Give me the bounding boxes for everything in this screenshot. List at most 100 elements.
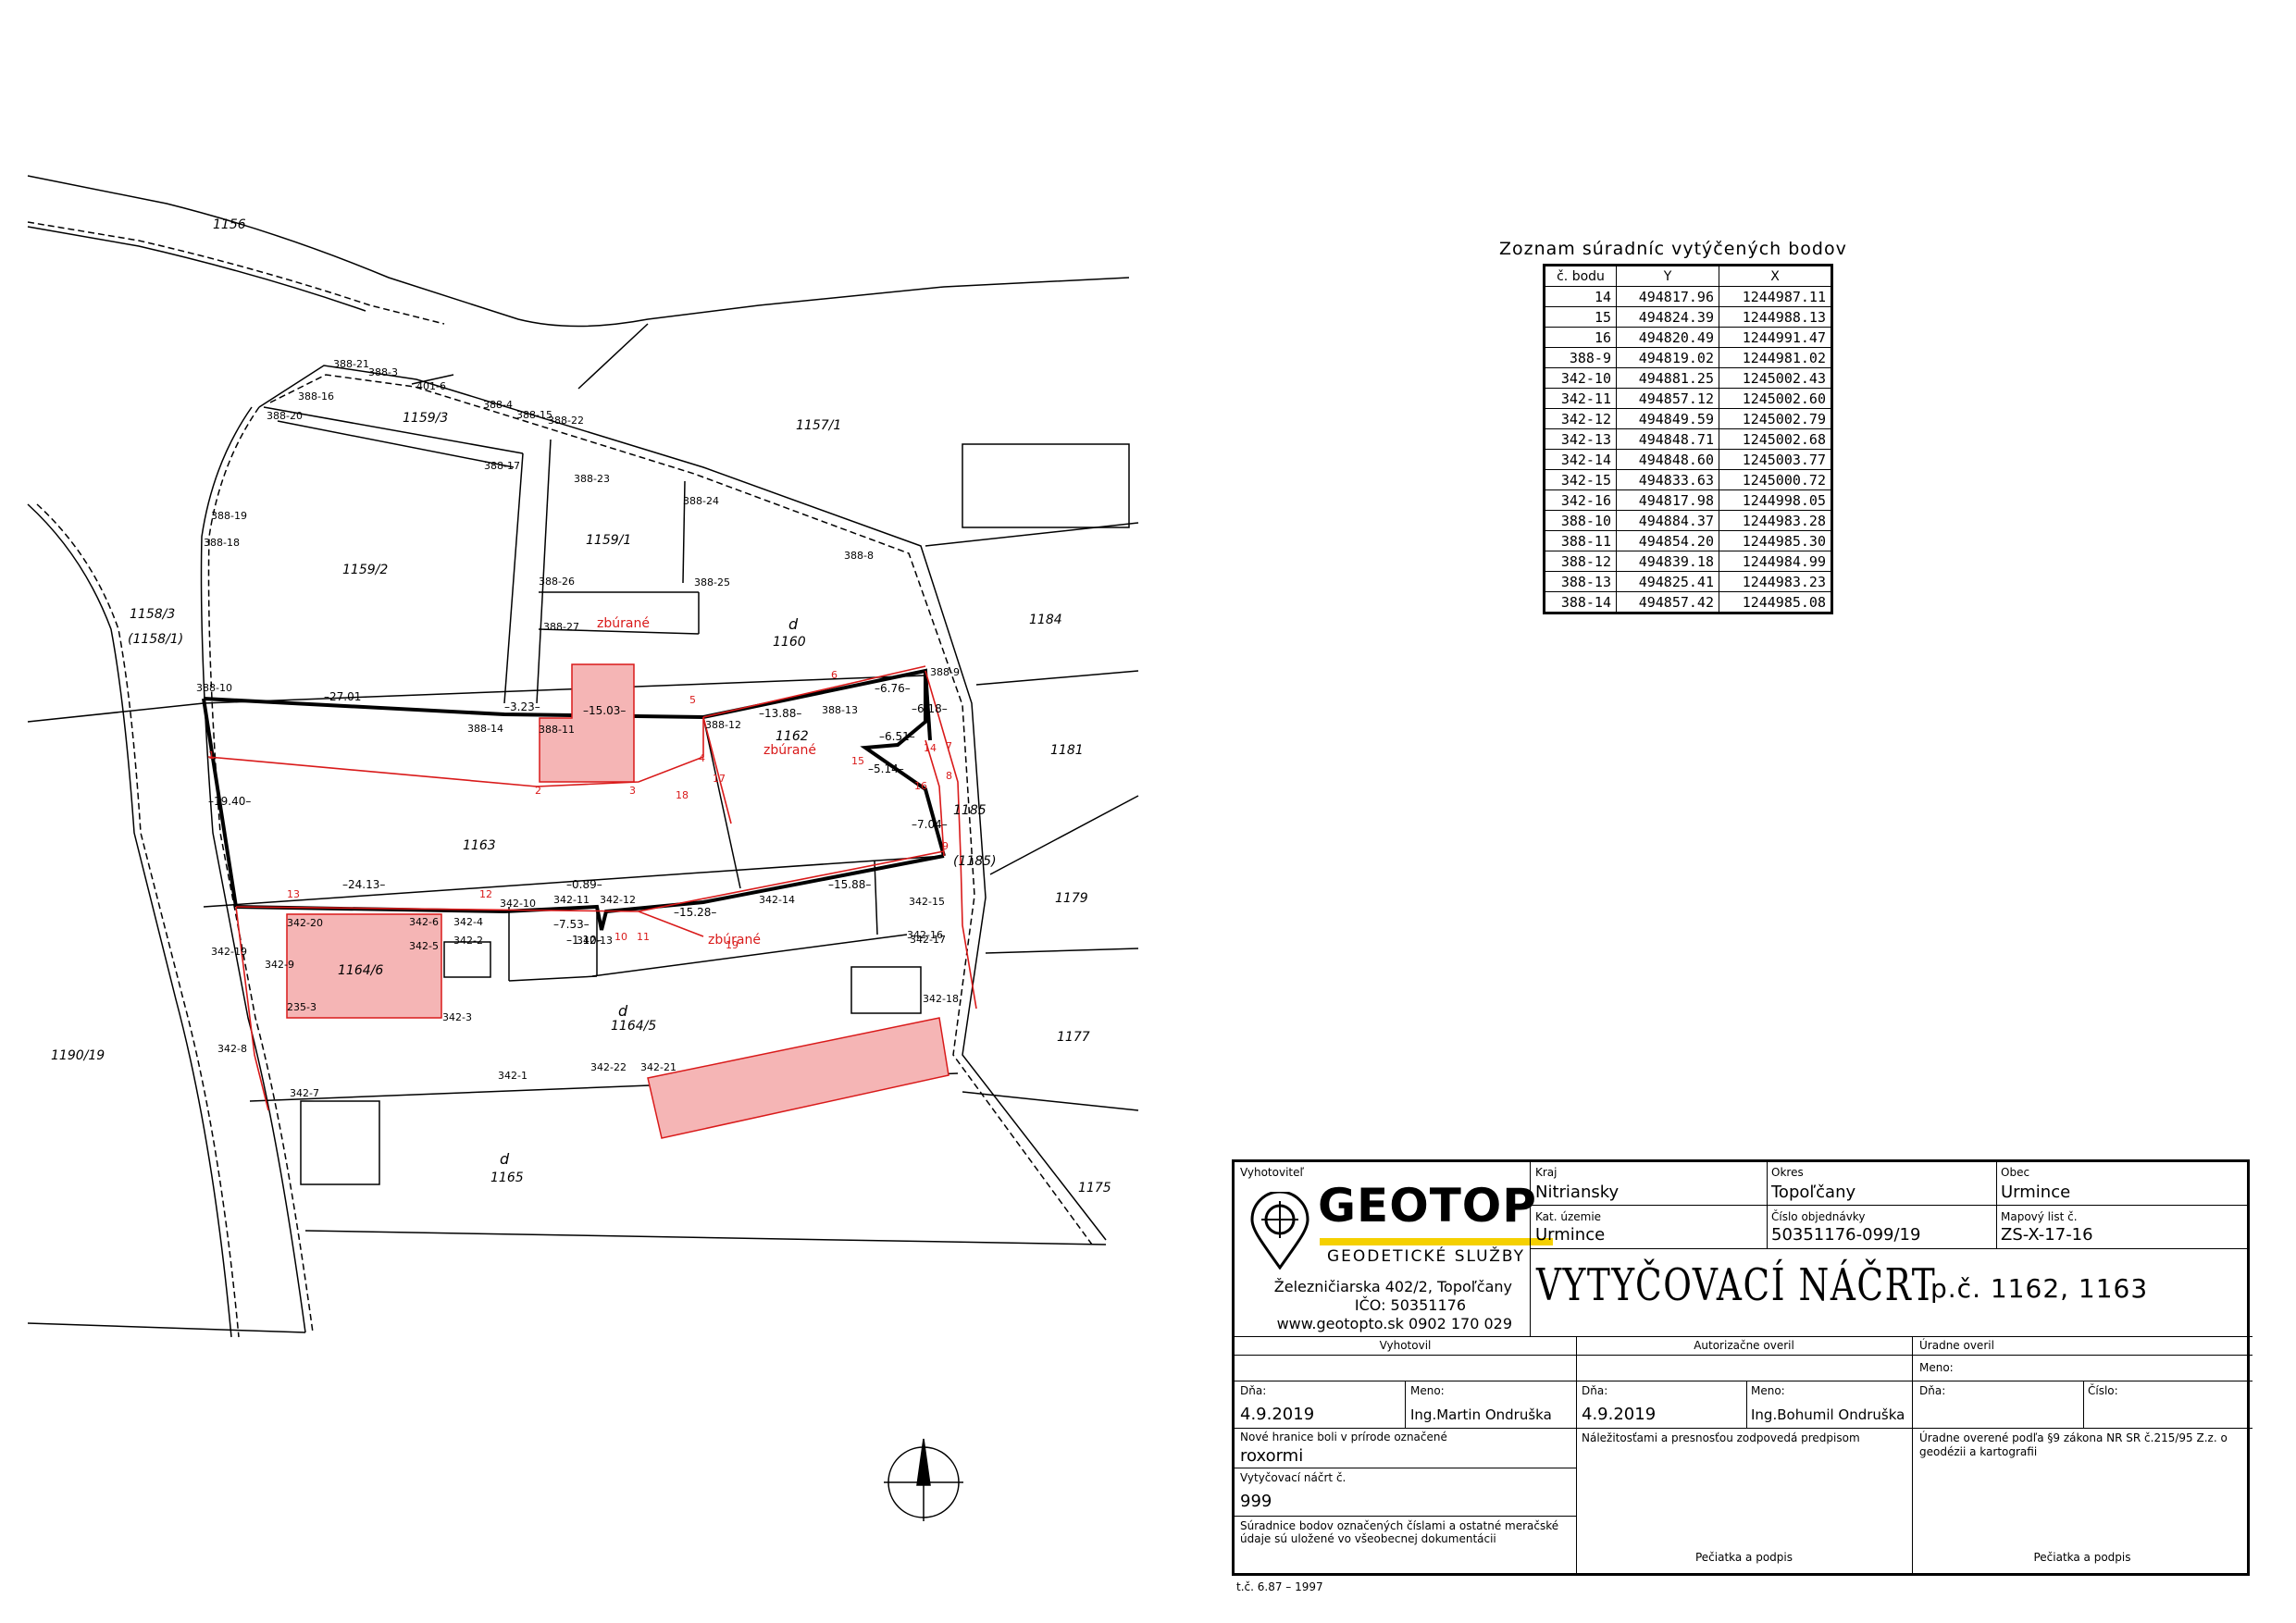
coord-cell: 494884.37 bbox=[1616, 510, 1719, 531]
parcel-1159-3: 1159/3 bbox=[403, 411, 448, 426]
made-name-label: Meno: bbox=[1410, 1384, 1445, 1397]
made-name: Ing.Martin Ondruška bbox=[1410, 1406, 1552, 1423]
coord-cell: 494839.18 bbox=[1616, 551, 1719, 572]
distance-label: –15.28– bbox=[674, 906, 716, 919]
red-point-label: 5 bbox=[689, 694, 696, 706]
auth-name: Ing.Bohumil Ondruška bbox=[1751, 1406, 1905, 1423]
red-point-label: 9 bbox=[942, 840, 949, 852]
point-label: 388-10 bbox=[196, 682, 232, 694]
point-label: 342-17 bbox=[910, 934, 946, 946]
logo-subtitle: GEODETICKÉ SLUŽBY bbox=[1327, 1247, 1526, 1266]
point-label: 388-20 bbox=[267, 410, 303, 422]
marked-label: Nové hranice boli v prírode označené bbox=[1240, 1431, 1447, 1443]
red-point-label: 6 bbox=[831, 669, 838, 681]
red-point-label: 16 bbox=[914, 780, 927, 792]
coord-cell: 494849.59 bbox=[1616, 408, 1719, 429]
coord-row: 342-14 494848.60 1245003.77 bbox=[1544, 449, 1832, 470]
coord-cell: 494817.96 bbox=[1616, 286, 1719, 307]
coord-cell: 1245000.72 bbox=[1719, 469, 1832, 490]
distance-label: –15.88– bbox=[828, 878, 871, 891]
coord-cell: 388-14 bbox=[1544, 591, 1617, 613]
demolished-label: zbúrané bbox=[597, 616, 650, 631]
coord-cell: 1245002.60 bbox=[1719, 388, 1832, 409]
coord-cell: 1244991.47 bbox=[1719, 327, 1832, 348]
point-label: 235-3 bbox=[287, 1001, 316, 1013]
demolished-label: zbúrané bbox=[763, 743, 816, 758]
point-label: 388-18 bbox=[204, 537, 240, 549]
point-label: 388-24 bbox=[683, 495, 719, 507]
parcel-1159-1: 1159/1 bbox=[586, 533, 631, 548]
coord-cell: 388-11 bbox=[1544, 530, 1617, 551]
coord-cell: 342-15 bbox=[1544, 469, 1617, 490]
coord-row: 342-15 494833.63 1245000.72 bbox=[1544, 469, 1832, 490]
point-label: 388-25 bbox=[694, 576, 730, 588]
okres-value: Topoľčany bbox=[1771, 1183, 1856, 1202]
point-label: 388-11 bbox=[539, 724, 575, 736]
land-type-d: d bbox=[500, 1150, 510, 1168]
coord-cell: 388-12 bbox=[1544, 551, 1617, 572]
coord-cell: 494817.98 bbox=[1616, 489, 1719, 511]
point-label: 342-1 bbox=[498, 1070, 527, 1082]
distance-label: –15.03– bbox=[583, 704, 626, 717]
parcel-1158-3: 1158/3 bbox=[130, 607, 175, 622]
coord-cell: 388-9 bbox=[1544, 347, 1617, 368]
parcel-1185: 1185 bbox=[953, 803, 987, 818]
sketch-number-label: Vytyčovací náčrt č. bbox=[1240, 1471, 1347, 1484]
coord-row: 388-12 494839.18 1244984.99 bbox=[1544, 551, 1832, 572]
distance-label: –24.13– bbox=[342, 878, 385, 891]
stored-note: Súradnice bodov označených číslami a ost… bbox=[1240, 1519, 1559, 1545]
point-label: 388-19 bbox=[211, 510, 247, 522]
sketch-heading: VYTYČOVACÍ NÁČRT bbox=[1536, 1259, 1937, 1311]
logo-yellow-bar bbox=[1320, 1238, 1553, 1245]
coord-cell: 1244983.28 bbox=[1719, 510, 1832, 531]
sheet-label: Mapový list č. bbox=[2001, 1210, 2078, 1223]
auth-name-label: Meno: bbox=[1751, 1384, 1785, 1397]
point-label: 388-17 bbox=[484, 460, 520, 472]
obec-label: Obec bbox=[2001, 1166, 2030, 1179]
parcel-1181: 1181 bbox=[1050, 743, 1084, 758]
coord-cell: 1245003.77 bbox=[1719, 449, 1832, 470]
coord-cell: 494857.42 bbox=[1616, 591, 1719, 613]
red-point-label: 12 bbox=[479, 888, 492, 900]
point-label: 342-5 bbox=[409, 940, 439, 952]
parcel-1185-bracket: (1185) bbox=[953, 854, 997, 869]
stamp-signature-official: Pečiatka a podpis bbox=[2033, 1551, 2131, 1564]
official-name-label: Meno: bbox=[1919, 1361, 1954, 1374]
distance-label: –7.04– bbox=[912, 818, 948, 831]
red-point-label: 15 bbox=[851, 755, 864, 767]
ku-label: Kat. územie bbox=[1535, 1210, 1602, 1223]
distance-label: –6.51– bbox=[879, 730, 915, 743]
coord-cell: 1244981.02 bbox=[1719, 347, 1832, 368]
form-number: t.č. 6.87 – 1997 bbox=[1236, 1580, 1323, 1593]
point-label: 342-7 bbox=[290, 1087, 319, 1099]
red-point-label: 14 bbox=[924, 742, 937, 754]
coord-cell: 494825.41 bbox=[1616, 571, 1719, 592]
point-label: 342-12 bbox=[600, 894, 636, 906]
coord-cell: 1245002.68 bbox=[1719, 428, 1832, 450]
logo-text: GEOTOP bbox=[1318, 1179, 1537, 1233]
kraj-label: Kraj bbox=[1535, 1166, 1558, 1179]
coord-row: 388-10 494884.37 1244983.28 bbox=[1544, 510, 1832, 531]
coord-row: 388-11 494854.20 1244985.30 bbox=[1544, 530, 1832, 551]
made-date-label: Dňa: bbox=[1240, 1384, 1267, 1397]
red-point-label: 18 bbox=[676, 789, 689, 801]
point-label: 342-15 bbox=[909, 896, 945, 908]
point-label: 388-26 bbox=[539, 576, 575, 588]
web-phone: www.geotopto.sk 0902 170 029 bbox=[1276, 1315, 1512, 1332]
distance-label: –27.01– bbox=[324, 690, 366, 703]
coord-cell: 15 bbox=[1544, 306, 1617, 328]
distance-label: –3.23– bbox=[504, 700, 540, 713]
marked-value: roxormi bbox=[1240, 1446, 1304, 1466]
coord-row: 342-16 494817.98 1244998.05 bbox=[1544, 489, 1832, 511]
coord-row: 14 494817.96 1244987.11 bbox=[1544, 286, 1832, 307]
red-point-label: 11 bbox=[637, 931, 650, 943]
parcel-1158-1: (1158/1) bbox=[128, 632, 183, 647]
distance-label: –1.10– bbox=[566, 934, 602, 947]
coord-row: 388-14 494857.42 1244985.08 bbox=[1544, 591, 1832, 613]
coord-cell: 1244985.30 bbox=[1719, 530, 1832, 551]
coord-cell: 342-12 bbox=[1544, 408, 1617, 429]
red-point-label: 7 bbox=[946, 740, 952, 752]
red-point-label: 13 bbox=[287, 888, 300, 900]
parcel-1157-1: 1157/1 bbox=[796, 418, 841, 433]
red-point-label: 19 bbox=[726, 939, 738, 951]
